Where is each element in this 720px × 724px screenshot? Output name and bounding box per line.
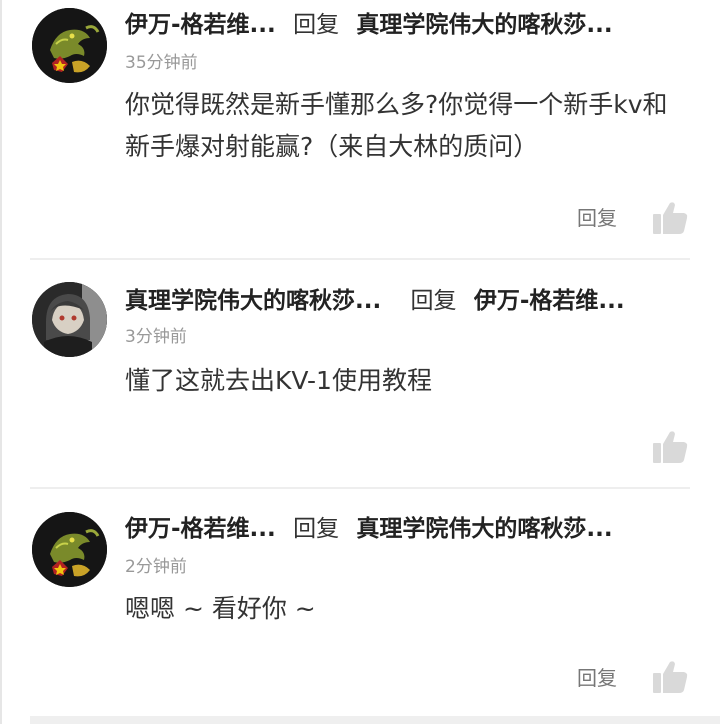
- dragon-avatar-icon[interactable]: [32, 512, 107, 587]
- comment-text: 你觉得既然是新手懂那么多?你觉得一个新手kv和新手爆对射能赢?（来自大林的质问）: [125, 90, 668, 161]
- comment-text: 懂了这就去出KV-1使用教程: [125, 366, 432, 395]
- reply-button[interactable]: 回复: [577, 664, 617, 692]
- reply-target-name[interactable]: 真理学院伟大的喀秋莎...: [356, 512, 612, 546]
- comment-header: 真理学院伟大的喀秋莎... 回复 伊万-格若维...: [125, 284, 625, 318]
- dragon-avatar-icon[interactable]: [32, 8, 107, 83]
- author-name[interactable]: 真理学院伟大的喀秋莎...: [125, 284, 381, 318]
- reply-target-name[interactable]: 伊万-格若维...: [474, 284, 625, 318]
- thumbs-up-icon[interactable]: [652, 660, 688, 694]
- comment-header: 伊万-格若维... 回复 真理学院伟大的喀秋莎...: [125, 512, 613, 546]
- reply-label: 回复: [410, 288, 457, 314]
- anime-girl-avatar-icon[interactable]: [32, 282, 107, 357]
- reply-label: 回复: [293, 12, 340, 38]
- comment-divider: [30, 258, 690, 260]
- comment-time: 3分钟前: [125, 327, 187, 347]
- reply-button[interactable]: 回复: [577, 204, 617, 232]
- reply-label: 回复: [293, 516, 340, 542]
- reply-target-name[interactable]: 真理学院伟大的喀秋莎...: [356, 8, 612, 42]
- author-name[interactable]: 伊万-格若维...: [125, 512, 276, 546]
- comment-header: 伊万-格若维... 回复 真理学院伟大的喀秋莎...: [125, 8, 613, 42]
- comment-time: 2分钟前: [125, 557, 187, 577]
- author-name[interactable]: 伊万-格若维...: [125, 8, 276, 42]
- comment-text: 嗯嗯 ~ 看好你 ~: [125, 594, 316, 623]
- page-left-edge: [0, 0, 2, 724]
- comment-divider: [30, 487, 690, 489]
- thumbs-up-icon[interactable]: [652, 430, 688, 464]
- thumbs-up-icon[interactable]: [652, 201, 688, 235]
- bottom-separator: [30, 716, 720, 724]
- comment-time: 35分钟前: [125, 53, 198, 73]
